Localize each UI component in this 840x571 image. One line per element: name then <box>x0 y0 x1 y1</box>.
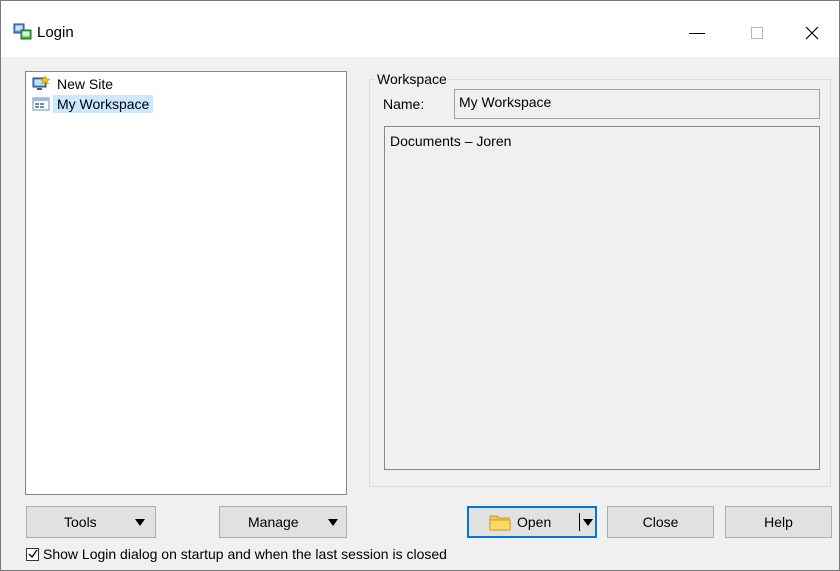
minimize-button[interactable] <box>672 15 722 51</box>
open-button[interactable]: Open <box>467 506 597 538</box>
manage-button[interactable]: Manage <box>219 506 347 538</box>
chevron-down-icon <box>135 519 145 526</box>
folder-icon <box>489 515 511 531</box>
checkmark-icon <box>28 549 38 559</box>
title-bar[interactable]: Login <box>1 1 839 57</box>
startup-option[interactable]: Show Login dialog on startup and when th… <box>26 546 447 562</box>
help-button[interactable]: Help <box>725 506 832 538</box>
tools-button-label: Tools <box>64 514 97 530</box>
chevron-down-icon <box>328 519 338 526</box>
login-app-icon <box>13 23 32 40</box>
workspace-sessions-list[interactable]: Documents – Joren <box>384 126 820 470</box>
window-title: Login <box>37 24 74 41</box>
tree-item-label: My Workspace <box>53 95 154 113</box>
site-tree[interactable]: New Site My Workspace <box>25 71 347 495</box>
login-dialog: Login New Site My Workspace Workspace Na… <box>0 0 840 571</box>
tools-button[interactable]: Tools <box>26 506 156 538</box>
open-button-label: Open <box>517 514 552 530</box>
tree-item-label: New Site <box>57 76 114 92</box>
tree-item-new-site[interactable]: New Site <box>32 74 117 94</box>
maximize-icon <box>751 27 763 39</box>
workspace-name-field[interactable]: My Workspace <box>454 89 820 119</box>
minimize-icon <box>689 32 705 34</box>
manage-button-label: Manage <box>248 514 299 530</box>
chevron-down-icon[interactable] <box>583 519 593 526</box>
startup-checkbox[interactable] <box>26 547 39 561</box>
workspace-group-title: Workspace <box>375 71 449 87</box>
close-window-button[interactable] <box>787 15 837 51</box>
name-label: Name: <box>383 96 425 112</box>
tree-item-my-workspace[interactable]: My Workspace <box>32 94 154 114</box>
close-icon <box>805 26 819 40</box>
startup-checkbox-label: Show Login dialog on startup and when th… <box>43 546 447 562</box>
new-site-icon <box>32 76 50 90</box>
close-button[interactable]: Close <box>607 506 714 538</box>
split-separator <box>579 513 580 531</box>
maximize-button[interactable] <box>732 15 782 51</box>
workspace-icon <box>32 97 50 111</box>
list-item[interactable]: Documents – Joren <box>390 132 814 150</box>
